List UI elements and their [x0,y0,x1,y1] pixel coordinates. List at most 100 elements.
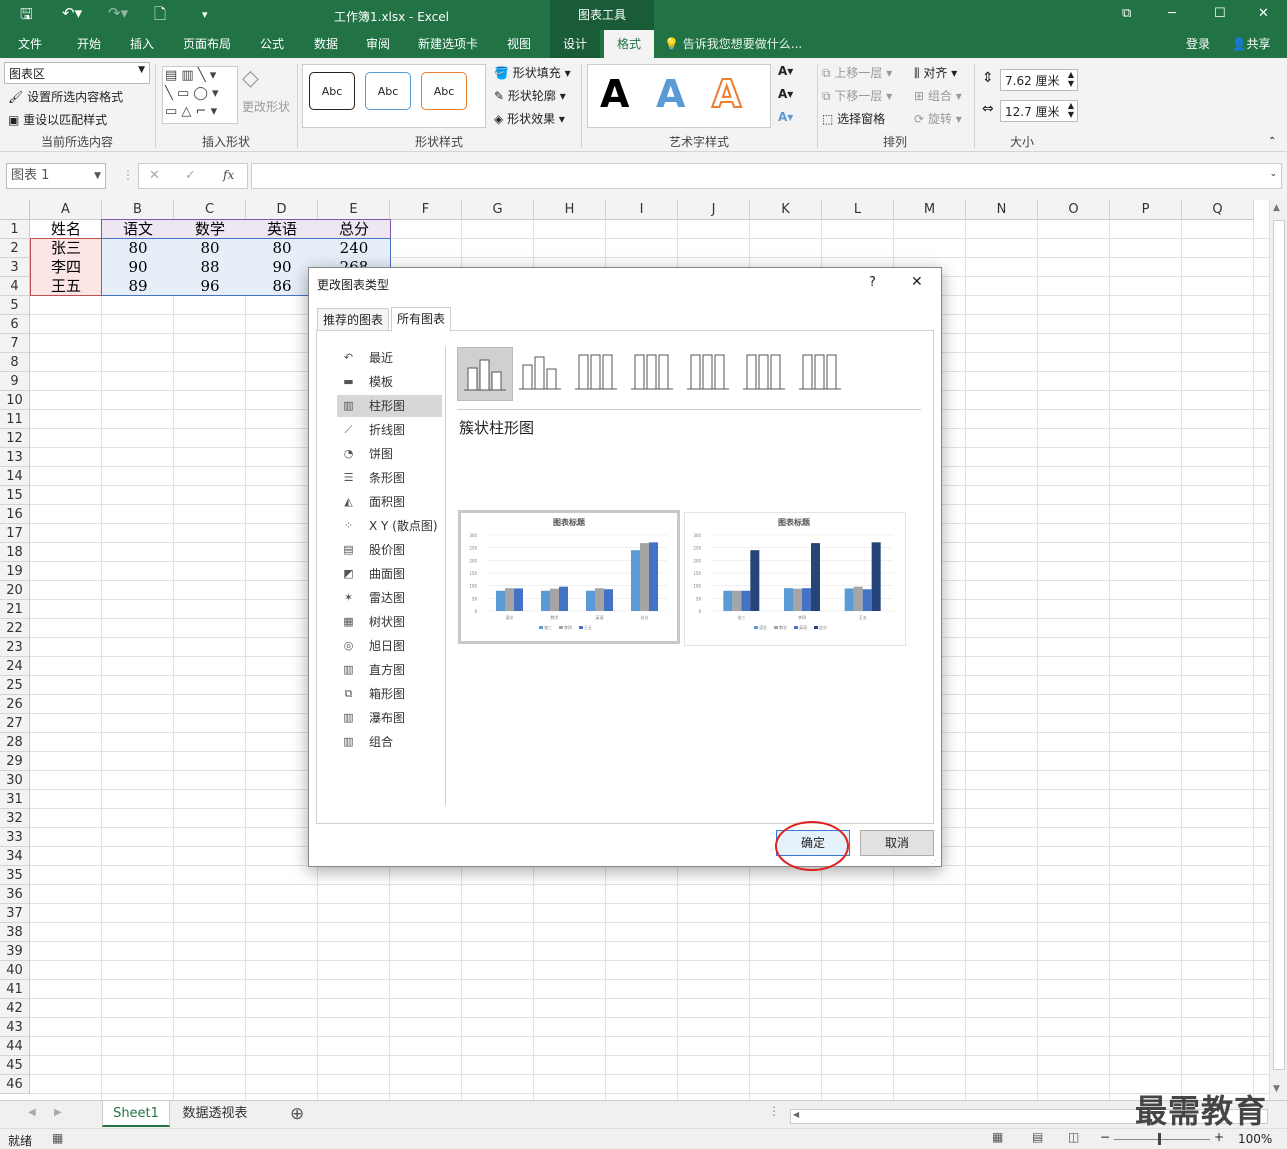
zoom-slider-thumb[interactable] [1158,1133,1161,1145]
maximize-icon[interactable]: ☐ [1214,6,1226,21]
row-header[interactable]: 42 [0,999,30,1018]
row-header[interactable]: 7 [0,334,30,353]
save-icon[interactable]: 🖫 [20,4,33,29]
group-button[interactable]: ⊞ 组合 ▾ [914,87,962,104]
close-dialog-button[interactable]: ✕ [911,274,923,290]
tell-me-box[interactable]: 💡 告诉我您想要做什么... [664,30,824,58]
column-header[interactable]: E [318,200,390,220]
tab-format[interactable]: 格式 [604,30,654,58]
row-header[interactable]: 26 [0,695,30,714]
height-input[interactable]: 7.62 厘米 ▲ ▼ [1000,69,1078,91]
share-button[interactable]: 👤共享 [1222,30,1280,58]
row-header[interactable]: 35 [0,866,30,885]
scroll-up-icon[interactable]: ▲ [1273,203,1280,213]
row-header[interactable]: 45 [0,1056,30,1075]
row-header[interactable]: 25 [0,676,30,695]
expand-formula-icon[interactable]: ⌄ [1269,169,1277,179]
chart-category-item[interactable]: ◎ 旭日图 [337,635,442,657]
text-outline-icon[interactable]: A▾ [778,87,793,101]
collapse-ribbon-icon[interactable]: ⌃ [1268,136,1276,147]
close-window-icon[interactable]: ✕ [1258,6,1269,21]
tab-recommended-charts[interactable]: 推荐的图表 [317,308,390,331]
width-input[interactable]: 12.7 厘米 ▲ ▼ [1000,100,1078,122]
help-button[interactable]: ? [869,275,876,290]
selection-pane-button[interactable]: ⬚ 选择窗格 [822,110,885,127]
bring-forward-button[interactable]: ⧉ 上移一层 ▾ [822,64,892,81]
tab-insert[interactable]: 插入 [120,30,164,58]
row-header[interactable]: 2 [0,239,30,258]
row-header[interactable]: 34 [0,847,30,866]
chart-category-item[interactable]: ▥ 柱形图 [337,395,442,417]
cell[interactable]: 90 [102,258,174,277]
chart-category-item[interactable]: ◔ 饼图 [337,443,442,465]
cell[interactable]: 80 [174,239,246,258]
row-header[interactable]: 31 [0,790,30,809]
cell[interactable]: 英语 [246,220,318,239]
next-sheet-icon[interactable]: ▶ [54,1107,62,1118]
add-sheet-icon[interactable]: ⊕ [290,1104,304,1124]
minimize-icon[interactable]: ─ [1168,6,1176,21]
scroll-left-icon[interactable]: ◀ [793,1110,799,1119]
row-header[interactable]: 10 [0,391,30,410]
scroll-thumb[interactable] [1273,220,1285,1070]
normal-view-icon[interactable]: ▦ [992,1130,1003,1144]
cell[interactable]: 王五 [30,277,102,296]
text-effects-icon[interactable]: A▾ [778,110,793,124]
cell[interactable]: 姓名 [30,220,102,239]
cell[interactable]: 语文 [102,220,174,239]
vertical-scrollbar[interactable]: ▲ ▼ [1269,200,1287,1100]
row-header[interactable]: 6 [0,315,30,334]
row-header[interactable]: 43 [0,1018,30,1037]
chart-category-item[interactable]: ◩ 曲面图 [337,563,442,585]
column-header[interactable]: A [30,200,102,220]
reset-style-button[interactable]: ▣ 重设以匹配样式 [8,111,107,128]
sheet-tab-sheet1[interactable]: Sheet1 [102,1101,170,1127]
login-link[interactable]: 登录 [1180,30,1216,58]
cancel-icon[interactable]: ✕ [149,168,160,183]
column-header[interactable]: B [102,200,174,220]
row-header[interactable]: 24 [0,657,30,676]
zoom-out-icon[interactable]: − [1100,1130,1110,1144]
chart-category-item[interactable]: ⁘ X Y (散点图) [337,515,442,537]
enter-icon[interactable]: ✓ [185,168,196,183]
style-orange[interactable]: Abc [421,72,467,110]
row-header[interactable]: 4 [0,277,30,296]
insert-function-icon[interactable]: fx [223,168,234,182]
row-header[interactable]: 18 [0,543,30,562]
cell[interactable]: 96 [174,277,246,296]
row-header[interactable]: 39 [0,942,30,961]
tab-file[interactable]: 文件 [8,30,52,58]
send-backward-button[interactable]: ⧉ 下移一层 ▾ [822,87,892,104]
row-header[interactable]: 30 [0,771,30,790]
chart-preview-2[interactable]: 图表标题 300 250 200 150 100 50 0 张三 李四 王五 语文 数学 英语 总分 [684,512,906,646]
rotate-button[interactable]: ⟳ 旋转 ▾ [914,110,962,127]
row-header[interactable]: 8 [0,353,30,372]
page-layout-view-icon[interactable]: ▤ [1032,1130,1043,1144]
format-selection-button[interactable]: 🖌 设置所选内容格式 [8,88,123,105]
ribbon-display-icon[interactable]: ⧉ [1122,6,1131,21]
customize-qat-icon[interactable]: ▾ [202,8,208,21]
scroll-down-icon[interactable]: ▼ [1273,1084,1280,1094]
row-header[interactable]: 19 [0,562,30,581]
chart-subtype-option[interactable] [625,347,681,401]
tab-new[interactable]: 新建选项卡 [410,30,486,58]
row-header[interactable]: 28 [0,733,30,752]
row-header[interactable]: 14 [0,467,30,486]
row-header[interactable]: 46 [0,1075,30,1094]
column-header[interactable]: Q [1182,200,1254,220]
row-header[interactable]: 15 [0,486,30,505]
style-blue[interactable]: Abc [365,72,411,110]
cancel-button[interactable]: 取消 [860,830,934,856]
sheet-tab-pivot[interactable]: 数据透视表 [172,1101,258,1127]
cell[interactable]: 240 [318,239,390,258]
chart-category-item[interactable]: ◭ 面积图 [337,491,442,513]
row-header[interactable]: 33 [0,828,30,847]
chart-subtype-option[interactable] [513,347,569,401]
column-header[interactable]: G [462,200,534,220]
cell[interactable]: 89 [102,277,174,296]
row-header[interactable]: 40 [0,961,30,980]
row-header[interactable]: 5 [0,296,30,315]
spinner-icon[interactable]: ▲ ▼ [1068,70,1074,88]
new-file-icon[interactable]: 🗋 [154,4,166,29]
chart-category-item[interactable]: ▤ 股价图 [337,539,442,561]
